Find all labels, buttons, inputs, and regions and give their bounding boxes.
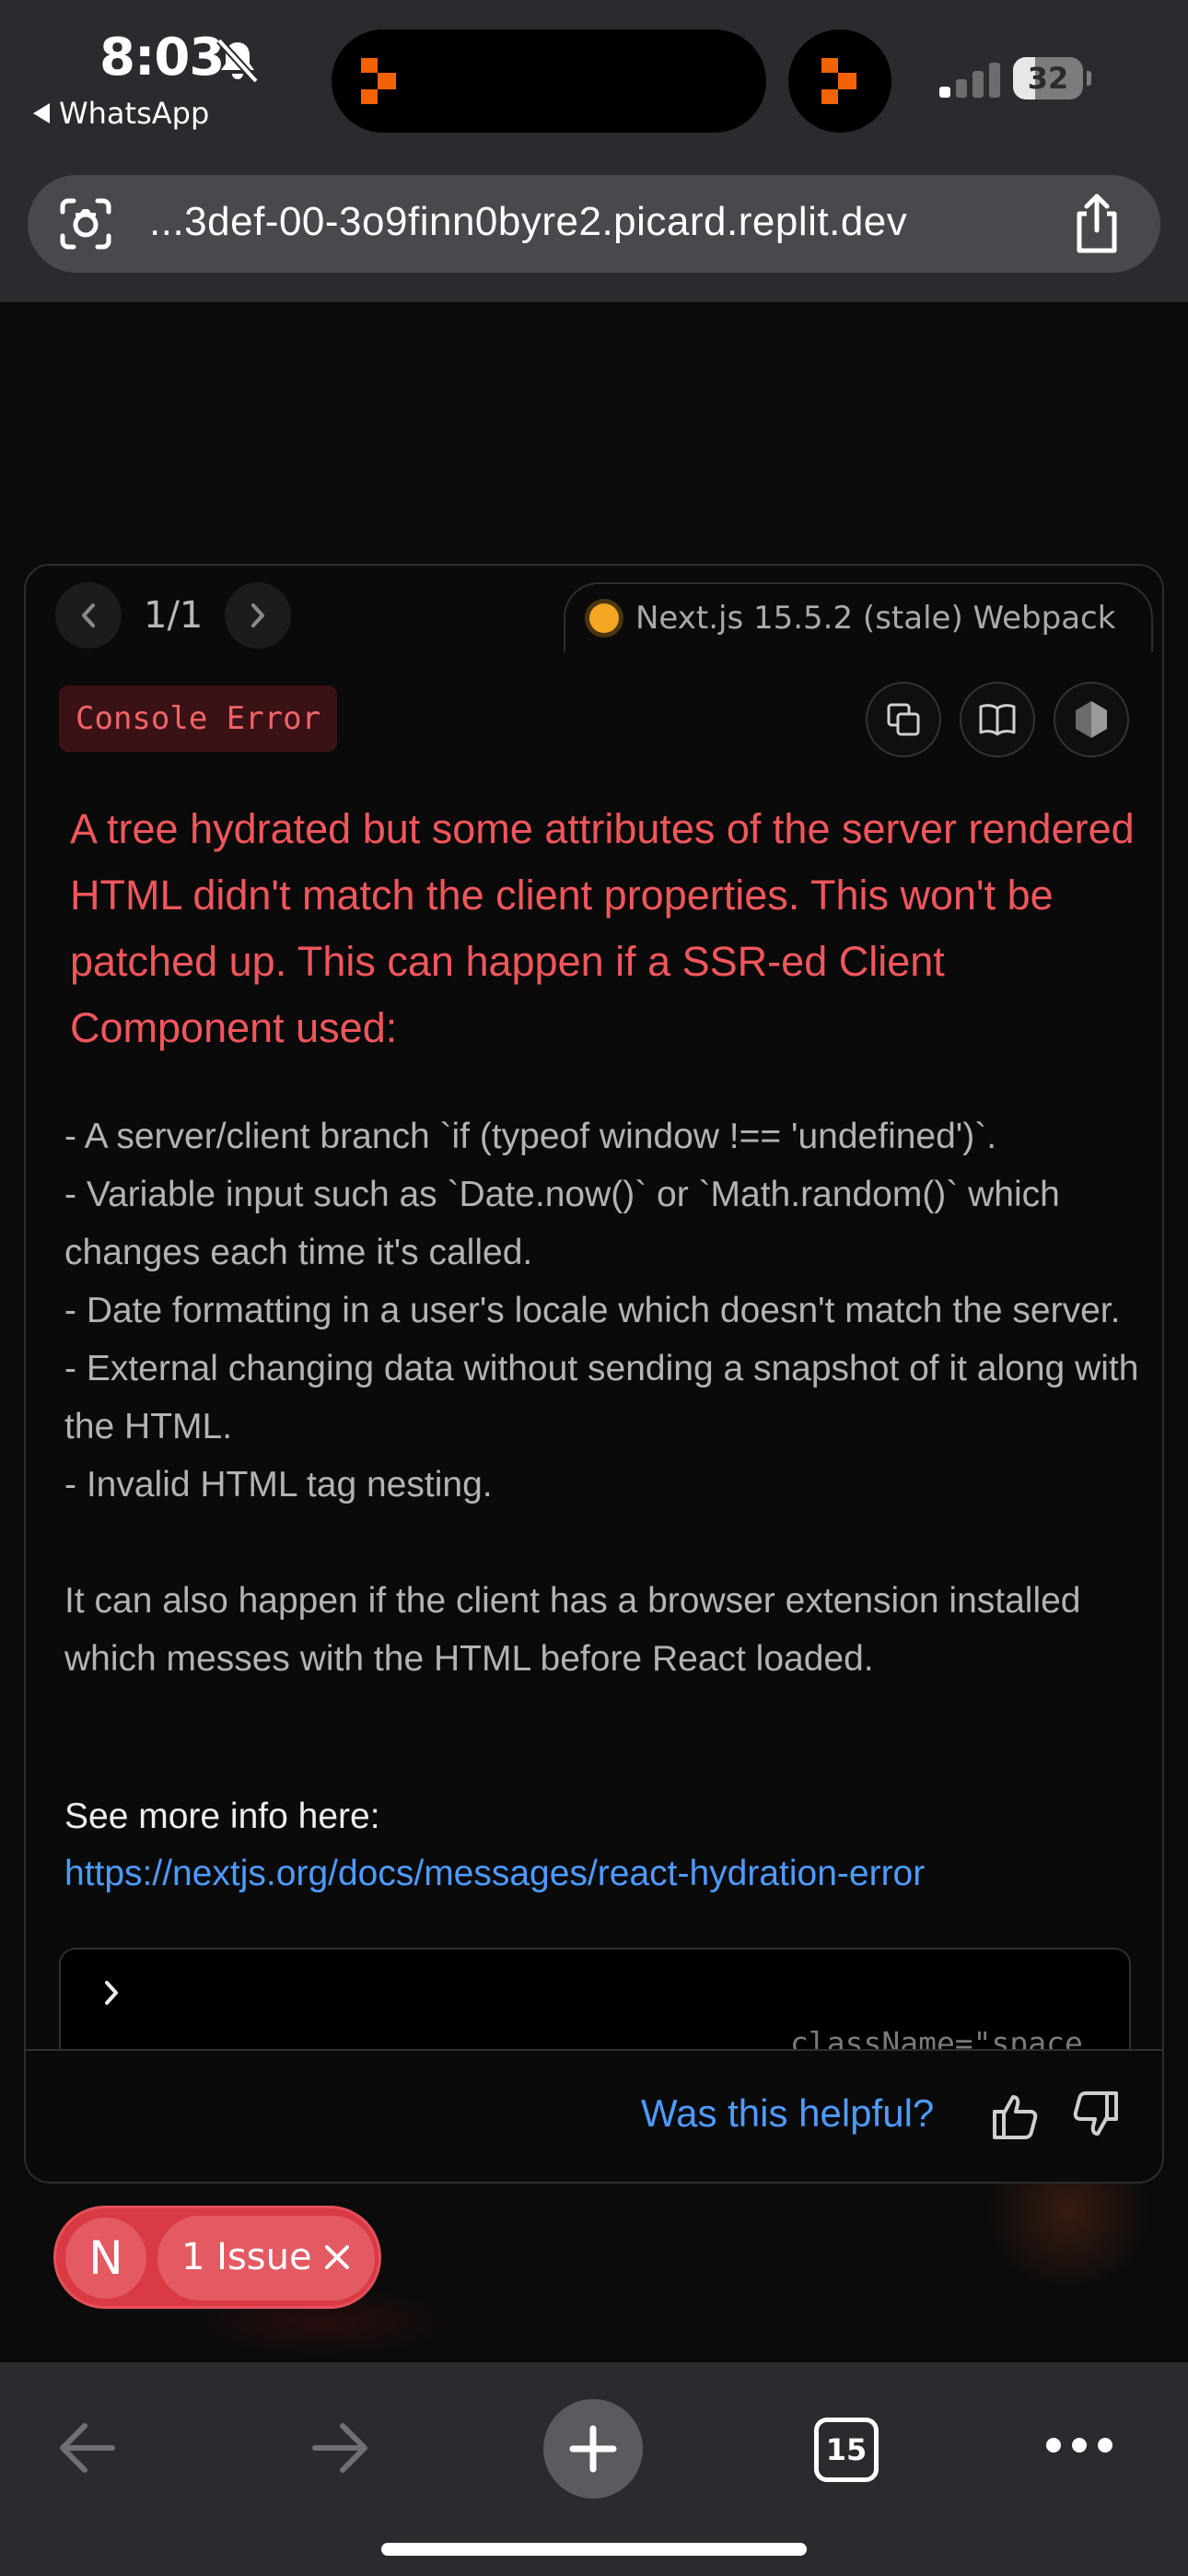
version-label: Next.js 15.5.2 (stale) Webpack (635, 600, 1116, 637)
nodejs-hexagon-icon (1076, 701, 1107, 738)
tab-switcher-button[interactable]: 15 (814, 2418, 879, 2482)
browser-toolbar: 15 (0, 2362, 1188, 2576)
nodejs-inspector-button[interactable] (1054, 682, 1129, 757)
see-more-label: See more info here: (64, 1797, 380, 1836)
dynamic-island (332, 29, 766, 133)
error-count: 1/1 (144, 594, 204, 637)
close-icon[interactable] (320, 2240, 355, 2275)
back-arrow-icon[interactable] (53, 2406, 120, 2489)
issue-count-button[interactable]: 1 Issue (157, 2216, 375, 2301)
forward-arrow-icon[interactable] (308, 2406, 374, 2489)
previous-error-button[interactable] (55, 582, 122, 649)
hydration-docs-link[interactable]: https://nextjs.org/docs/messages/react-h… (64, 1854, 925, 1894)
url-text[interactable]: ...3def-00-3o9finn0byre2.picard.replit.d… (149, 199, 907, 245)
dynamic-island-activity (788, 29, 891, 133)
nextjs-logo-button[interactable]: N (65, 2218, 146, 2299)
thumbs-down-icon[interactable] (1068, 2088, 1124, 2143)
back-to-app[interactable]: WhatsApp (33, 96, 209, 131)
issue-count-label: 1 Issue (181, 2236, 312, 2278)
battery-nub (1087, 71, 1091, 86)
error-description: - A server/client branch `if (typeof win… (64, 1117, 1139, 1679)
battery-level: 32 (1027, 61, 1069, 96)
book-icon (979, 704, 1016, 736)
thumbs-up-icon[interactable] (987, 2088, 1042, 2143)
address-bar[interactable]: ...3def-00-3o9finn0byre2.picard.replit.d… (28, 175, 1160, 273)
copy-icon (887, 703, 920, 736)
next-error-button[interactable] (225, 582, 292, 649)
chevron-left-icon (82, 603, 95, 627)
feedback-label: Was this helpful? (641, 2091, 935, 2135)
copy-error-button[interactable] (866, 682, 941, 757)
error-pager: 1/1 (55, 582, 292, 649)
stale-status-dot (589, 603, 619, 633)
back-triangle-icon (33, 103, 50, 123)
more-dot (1072, 2438, 1087, 2453)
cellular-signal-icon (939, 63, 1000, 98)
error-overlay-dialog: 1/1 Next.js 15.5.2 (stale) Webpack Conso… (24, 564, 1164, 2184)
error-type-badge: Console Error (59, 685, 338, 752)
status-bar: 8:03 WhatsApp 32 ...3def-00-3o9finn0byre… (0, 0, 1188, 302)
battery-indicator: 32 (1013, 57, 1091, 100)
clock: 8:03 (99, 28, 225, 88)
dev-tools-issue-badge[interactable]: N 1 Issue (53, 2206, 381, 2309)
share-icon[interactable] (1068, 192, 1125, 254)
more-menu-button[interactable] (1046, 2436, 1112, 2454)
plus-icon (569, 2425, 617, 2473)
overlay-footer: Was this helpful? (26, 2049, 1162, 2182)
new-tab-button[interactable] (543, 2399, 643, 2499)
bell-slash-icon (216, 38, 259, 84)
home-indicator[interactable] (381, 2543, 807, 2556)
replit-logo-icon (821, 58, 856, 104)
nextjs-version-badge[interactable]: Next.js 15.5.2 (stale) Webpack (564, 582, 1153, 652)
more-dot (1098, 2438, 1112, 2453)
docs-button[interactable] (960, 682, 1035, 757)
chevron-right-icon[interactable] (101, 1979, 122, 2007)
replit-logo-icon (361, 58, 396, 104)
visual-lookup-icon[interactable] (59, 197, 112, 251)
back-app-label: WhatsApp (59, 96, 210, 131)
more-dot (1046, 2438, 1061, 2453)
chevron-right-icon (251, 603, 265, 627)
error-headline: A tree hydrated but some attributes of t… (70, 805, 1135, 1051)
